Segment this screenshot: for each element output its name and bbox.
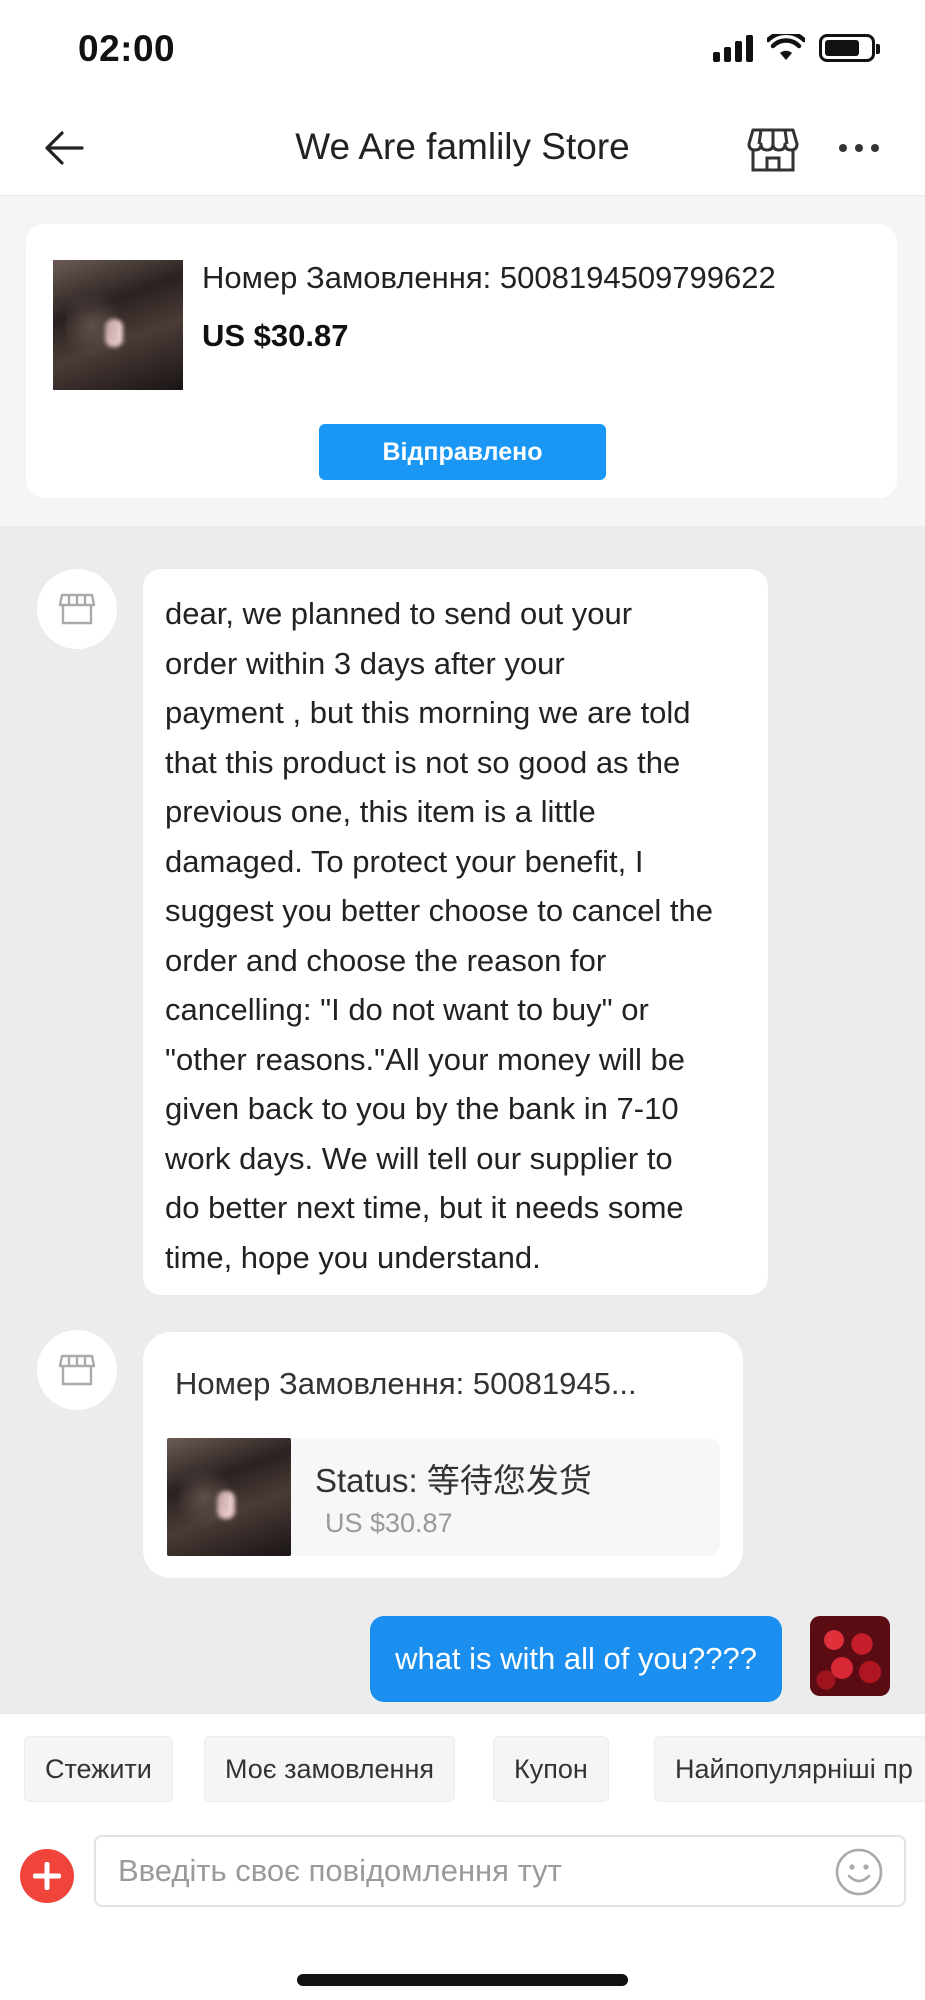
plus-circle-icon[interactable] <box>20 1849 74 1903</box>
order-message-details[interactable]: Status: 等待您发货 US $30.87 <box>167 1438 720 1556</box>
quick-reply-coupon[interactable]: Купон <box>493 1736 609 1802</box>
store-avatar[interactable] <box>37 1330 117 1410</box>
outgoing-message[interactable]: what is with all of you???? <box>370 1616 782 1702</box>
storefront-icon <box>58 1354 96 1386</box>
home-indicator <box>297 1974 628 1986</box>
order-area: Номер Замовлення: 5008194509799622 US $3… <box>0 196 925 526</box>
status-bar: 02:00 <box>0 0 925 100</box>
product-thumbnail[interactable] <box>53 260 183 390</box>
message-input-bar <box>0 1831 925 2000</box>
user-avatar[interactable] <box>810 1616 890 1696</box>
status-icons <box>713 34 880 62</box>
order-status: Status: 等待您发货 <box>315 1462 592 1499</box>
order-card[interactable]: Номер Замовлення: 5008194509799622 US $3… <box>26 224 897 498</box>
wifi-icon <box>767 34 805 60</box>
store-avatar[interactable] <box>37 569 117 649</box>
order-message-card[interactable]: Номер Замовлення: 50081945... Status: 等待… <box>143 1332 743 1578</box>
message-input[interactable] <box>94 1835 906 1907</box>
shipped-status-button[interactable]: Відправлено <box>319 424 606 480</box>
order-message-number: Номер Замовлення: 50081945... <box>175 1366 637 1401</box>
cellular-signal-icon <box>713 34 753 62</box>
order-price: US $30.87 <box>202 318 349 353</box>
quick-replies-bar: Стежити Моє замовлення Купон Найпопулярн… <box>0 1713 925 1831</box>
quick-reply-follow[interactable]: Стежити <box>24 1736 173 1802</box>
order-message-price: US $30.87 <box>325 1508 453 1538</box>
quick-reply-popular[interactable]: Найпопулярніші пр <box>654 1736 925 1802</box>
storefront-icon[interactable] <box>745 120 801 176</box>
smiley-icon[interactable] <box>834 1847 884 1897</box>
battery-icon <box>819 34 880 62</box>
more-horizontal-icon[interactable] <box>831 120 887 176</box>
status-time: 02:00 <box>78 28 176 69</box>
storefront-icon <box>58 593 96 625</box>
quick-reply-my-order[interactable]: Моє замовлення <box>204 1736 455 1802</box>
chat-header: We Are famlily Store <box>0 100 925 196</box>
order-number: Номер Замовлення: 5008194509799622 <box>202 260 776 295</box>
incoming-message[interactable]: dear, we planned to send out your order … <box>143 569 768 1295</box>
message-text: dear, we planned to send out your order … <box>165 596 714 1275</box>
product-thumbnail <box>167 1438 291 1556</box>
